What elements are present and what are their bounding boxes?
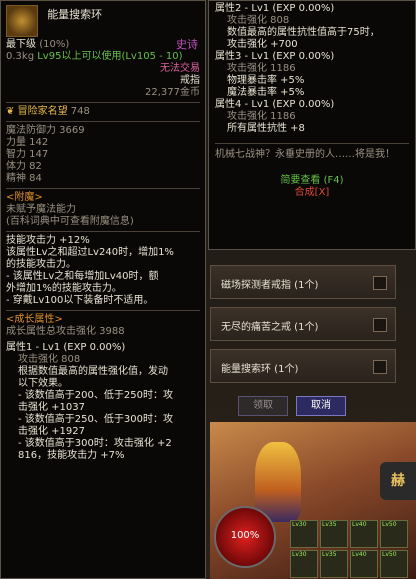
divider bbox=[6, 231, 200, 232]
checkbox[interactable] bbox=[373, 318, 387, 332]
skill-slot[interactable]: Lv50 bbox=[380, 550, 408, 578]
checkbox[interactable] bbox=[373, 276, 387, 290]
skill-slot[interactable]: Lv40 bbox=[350, 550, 378, 578]
attr3-line3: 魔法暴击率 +5% bbox=[227, 87, 305, 98]
divider bbox=[6, 102, 200, 103]
rarity: 史诗 bbox=[176, 38, 198, 51]
skill-slot[interactable]: Lv35 bbox=[320, 550, 348, 578]
attr4-line1: 攻击强化 1186 bbox=[227, 111, 296, 122]
skill-line: 的技能攻击力。 bbox=[6, 259, 76, 270]
divider bbox=[6, 121, 200, 122]
attr1-line: - 该数值高于200、低于250时：攻 bbox=[18, 390, 173, 401]
list-item-painless-blade[interactable]: 无尽的痛苦之戒 (1个) bbox=[210, 307, 396, 341]
hp-orb: 100% bbox=[214, 506, 276, 568]
skill-line: 外增加1%的技能攻击力。 bbox=[6, 283, 122, 294]
item-type: 戒指 bbox=[180, 75, 200, 86]
skill-slot[interactable]: Lv35 bbox=[320, 520, 348, 548]
trade-status: 无法交易 bbox=[160, 63, 200, 74]
growth-header: <成长属性> bbox=[6, 314, 63, 325]
item-tooltip: 能量搜索环 最下级 (10%) 史诗 0.3kg Lv95以上可以使用(Lv105… bbox=[0, 0, 206, 579]
character-sprite bbox=[255, 442, 301, 522]
attr2-line3: 攻击强化 +700 bbox=[227, 39, 298, 50]
attr1-line: - 该数值高于300时：攻击强化 +2 bbox=[18, 438, 172, 449]
attr2-line2: 数值最高的属性抗性值高于75时， bbox=[227, 27, 380, 38]
attr1-line: 击强化 +1927 bbox=[18, 426, 86, 437]
item-name: 能量搜索环 bbox=[47, 8, 103, 21]
divider bbox=[215, 143, 409, 144]
enchant-none: 未赋予魔法能力 bbox=[6, 204, 76, 215]
enchant-header: <附魔> bbox=[6, 192, 43, 203]
attr4-header: 属性4 - Lv1 (EXP 0.00%) bbox=[215, 99, 335, 110]
claim-button[interactable]: 领取 bbox=[238, 396, 288, 416]
ring-icon bbox=[6, 5, 38, 37]
scene-sign: 赫 bbox=[380, 462, 416, 500]
list-item-energy-ring[interactable]: 能量搜索环 (1个) bbox=[210, 349, 396, 383]
growth-total: 成长属性总攻击强化 3988 bbox=[6, 326, 125, 337]
attr1-line: 攻击强化 808 bbox=[18, 354, 81, 365]
item-grade: 最下级 bbox=[6, 39, 36, 50]
attr3-line1: 攻击强化 1186 bbox=[227, 63, 296, 74]
attr2-line1: 攻击强化 808 bbox=[227, 15, 290, 26]
skill-line: - 该属性Lv之和每增加Lv40时，额 bbox=[6, 271, 159, 282]
attr2-header: 属性2 - Lv1 (EXP 0.00%) bbox=[215, 3, 335, 14]
enchant-hint: (百科词典中可查看附魔信息) bbox=[6, 216, 134, 227]
fame-icon: ❦ bbox=[6, 106, 15, 117]
attr1-header: 属性1 - Lv1 (EXP 0.00%) bbox=[6, 342, 126, 353]
adventurer-fame: ❦ 冒险家名望 748 bbox=[6, 106, 90, 117]
skill-slot[interactable]: Lv40 bbox=[350, 520, 378, 548]
flavor-text: 机械七战神？永垂史册的人……将是我！ bbox=[215, 149, 395, 160]
cancel-button[interactable]: 取消 bbox=[296, 396, 346, 416]
skill-line: 该属性Lv之和超过Lv240时，增加1% bbox=[6, 247, 174, 258]
attr4-line2: 所有属性抗性 +8 bbox=[227, 123, 305, 134]
weight: 0.3kg bbox=[6, 51, 35, 62]
stat-magic-defense: 魔法防御力 3669 bbox=[6, 125, 85, 136]
stat-intelligence: 智力 147 bbox=[6, 149, 49, 160]
game-scene: 赫 100% Lv30 Lv35 Lv40 Lv50 Lv30 Lv35 Lv4… bbox=[210, 422, 416, 579]
attr3-line2: 物理暴击率 +5% bbox=[227, 75, 305, 86]
brief-view-link[interactable]: 简要查看 (F4) bbox=[215, 175, 409, 187]
level-requirement: Lv95以上可以使用(Lv105 - 10) bbox=[37, 51, 183, 62]
divider bbox=[6, 188, 200, 189]
attr3-header: 属性3 - Lv1 (EXP 0.00%) bbox=[215, 51, 335, 62]
attr1-line: 以下效果。 bbox=[18, 378, 68, 389]
stat-vitality: 体力 82 bbox=[6, 161, 42, 172]
skill-attack: 技能攻击力 +12% bbox=[6, 235, 90, 246]
skill-slot[interactable]: Lv30 bbox=[290, 520, 318, 548]
item-price: 22,377金币 bbox=[145, 87, 200, 98]
divider bbox=[6, 310, 200, 311]
list-item-magnetic-ring[interactable]: 磁场探测者戒指 (1个) bbox=[210, 265, 396, 299]
skill-slot[interactable]: Lv50 bbox=[380, 520, 408, 548]
stat-strength: 力量 142 bbox=[6, 137, 49, 148]
stat-spirit: 精神 84 bbox=[6, 173, 42, 184]
item-compare-tooltip: 属性2 - Lv1 (EXP 0.00%) 攻击强化 808 数值最高的属性抗性… bbox=[208, 0, 416, 250]
attr1-line: 816，技能攻击力 +7% bbox=[18, 450, 125, 461]
attr1-line: 击强化 +1037 bbox=[18, 402, 86, 413]
checkbox[interactable] bbox=[373, 360, 387, 374]
synthesis-link[interactable]: 合成[X] bbox=[215, 187, 409, 199]
skill-line: - 穿戴Lv100以下装备时不适用。 bbox=[6, 295, 154, 306]
attr1-line: 根据数值最高的属性强化值，发动 bbox=[18, 366, 168, 377]
attr1-line: - 该数值高于250、低于300时：攻 bbox=[18, 414, 173, 425]
skill-slot[interactable]: Lv30 bbox=[290, 550, 318, 578]
